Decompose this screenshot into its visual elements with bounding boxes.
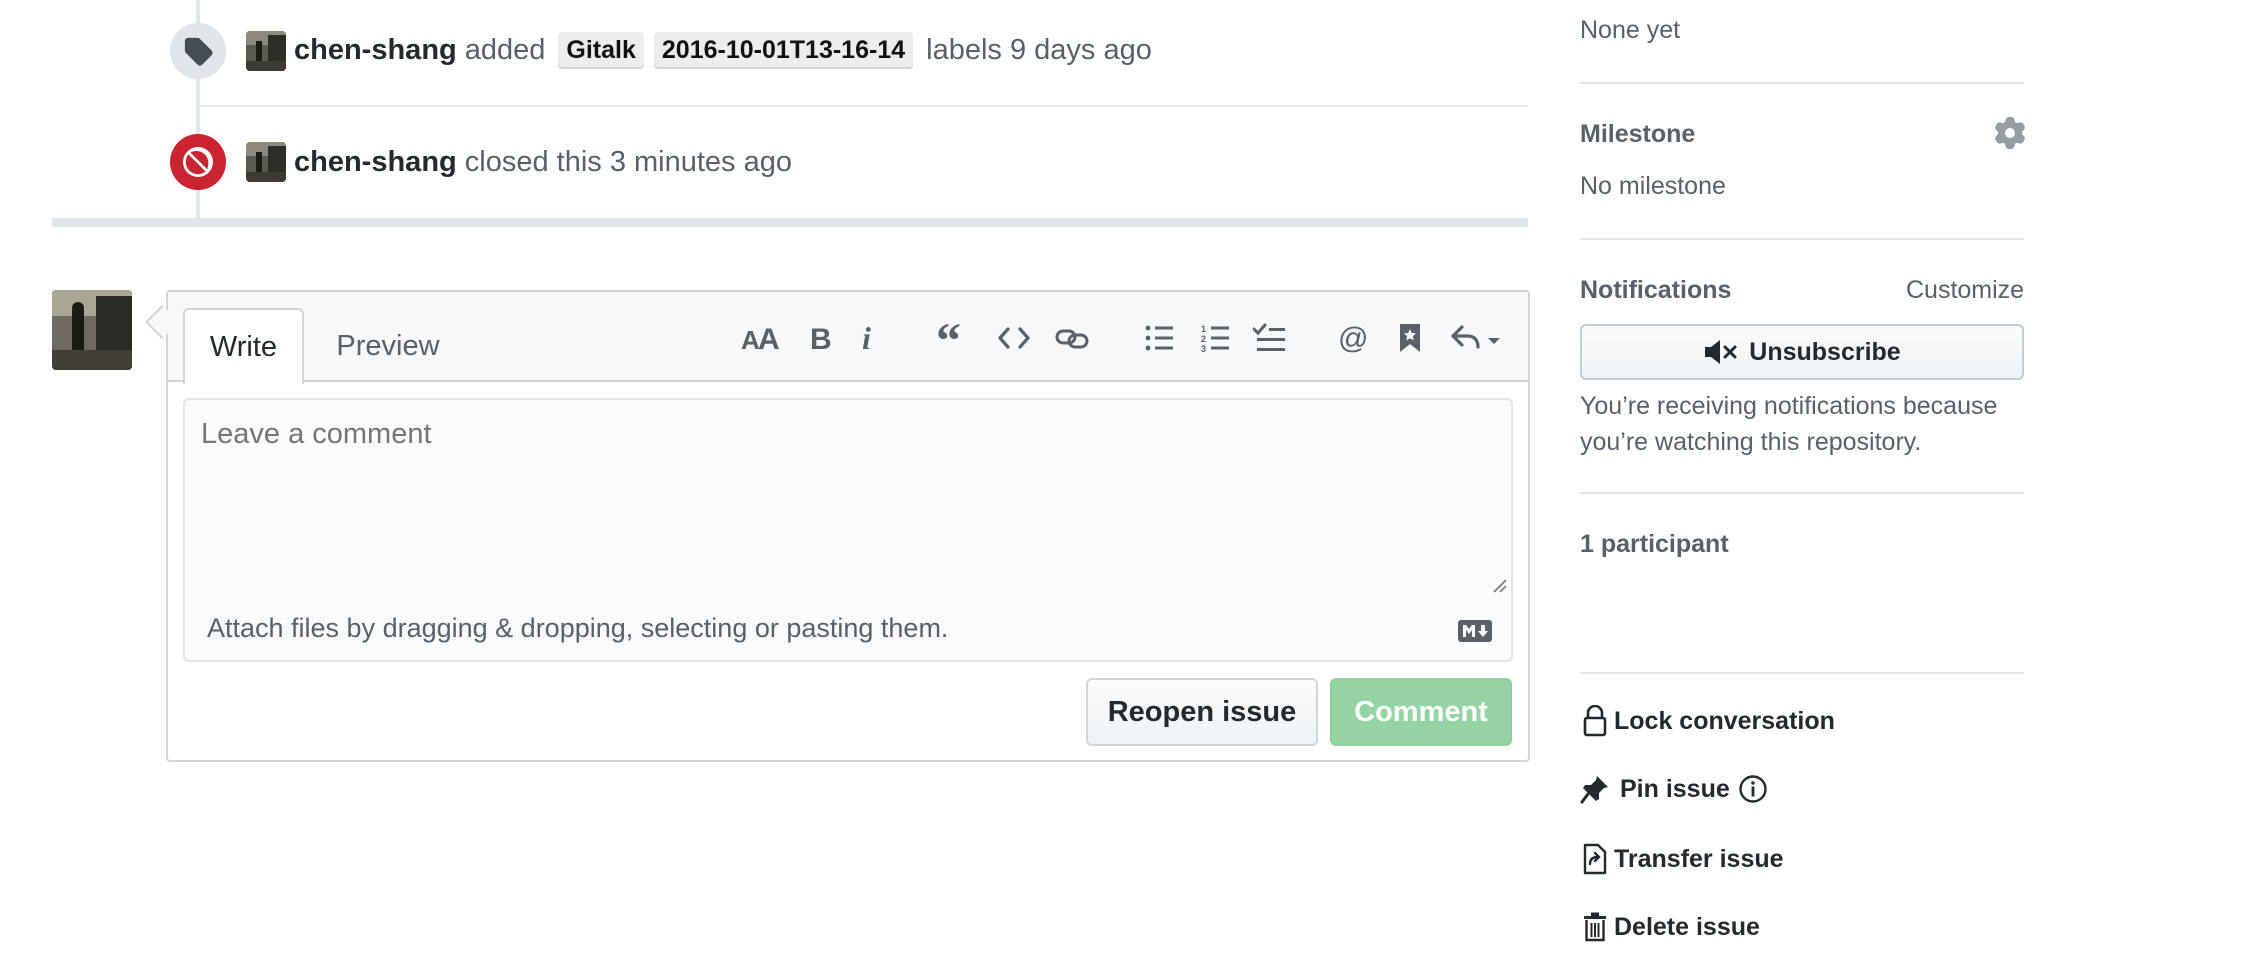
bullet-list-icon[interactable]: [1140, 318, 1180, 358]
delete-issue-label: Delete issue: [1614, 912, 1760, 941]
gear-icon[interactable]: [1994, 117, 2026, 149]
current-user-avatar[interactable]: [52, 290, 132, 370]
event-suffix: labels 9 days ago: [926, 33, 1152, 66]
customize-link[interactable]: Customize: [1906, 276, 2024, 305]
lock-conversation-link[interactable]: Lock conversation: [1580, 704, 1835, 738]
sidebar-divider: [1580, 672, 2024, 674]
lock-icon: [1580, 704, 1610, 738]
milestone-value: No milestone: [1580, 172, 1726, 200]
tab-preview[interactable]: Preview: [318, 308, 458, 384]
closed-event-badge: [170, 134, 226, 190]
link-icon[interactable]: [1052, 318, 1092, 358]
svg-text:@: @: [1338, 322, 1368, 354]
transfer-issue-label: Transfer issue: [1614, 844, 1784, 873]
pin-issue-link[interactable]: Pin issue: [1580, 772, 1768, 806]
participants-heading: 1 participant: [1580, 530, 1729, 558]
event-verb: added: [464, 33, 546, 66]
resize-handle[interactable]: [1490, 576, 1508, 594]
svg-text:1: 1: [1201, 324, 1206, 334]
sidebar-divider: [1580, 492, 2024, 494]
transfer-issue-link[interactable]: Transfer issue: [1580, 842, 1784, 876]
mention-icon[interactable]: @: [1334, 318, 1374, 358]
notifications-heading: Notifications: [1580, 276, 1732, 304]
milestone-heading[interactable]: Milestone: [1580, 120, 1695, 149]
sidebar-divider: [1580, 238, 2024, 240]
reply-icon[interactable]: [1446, 318, 1510, 358]
bold-icon[interactable]: B: [800, 318, 840, 358]
notification-reason-line-1: You’re receiving notifications because: [1580, 392, 1998, 420]
svg-text:“: “: [936, 323, 961, 353]
attach-files-zone[interactable]: Attach files by dragging & dropping, sel…: [183, 596, 1513, 662]
sidebar-divider: [1580, 82, 2024, 84]
reopen-issue-button[interactable]: Reopen issue: [1086, 678, 1318, 746]
timeline-end-divider: [52, 218, 1528, 227]
unsubscribe-label: Unsubscribe: [1749, 337, 1901, 366]
circle-slash-icon: [183, 147, 213, 177]
code-icon[interactable]: [994, 318, 1034, 358]
text-size-icon[interactable]: AA: [740, 318, 780, 358]
lock-conversation-label: Lock conversation: [1614, 706, 1835, 735]
delete-issue-link[interactable]: Delete issue: [1580, 910, 1760, 944]
label-event-text: chen-shang added Gitalk 2016-10-01T13-16…: [294, 28, 1152, 72]
comment-textarea[interactable]: [183, 398, 1513, 598]
event-description: closed this 3 minutes ago: [464, 145, 792, 178]
reference-icon[interactable]: [1390, 318, 1430, 358]
comment-button[interactable]: Comment: [1330, 678, 1512, 746]
task-list-icon[interactable]: [1250, 318, 1290, 358]
labels-value: None yet: [1580, 16, 1681, 44]
attach-files-text: Attach files by dragging & dropping, sel…: [207, 612, 949, 643]
label-chip[interactable]: Gitalk: [558, 31, 644, 69]
svg-text:A: A: [758, 323, 779, 353]
svg-text:2: 2: [1201, 334, 1206, 344]
trash-icon: [1580, 910, 1610, 944]
numbered-list-icon[interactable]: 123: [1196, 318, 1236, 358]
transfer-icon: [1580, 842, 1610, 876]
tag-icon: [183, 36, 213, 66]
italic-icon[interactable]: i: [848, 318, 888, 358]
svg-text:B: B: [810, 323, 832, 353]
svg-text:i: i: [862, 323, 871, 353]
info-icon[interactable]: [1738, 774, 1768, 804]
svg-text:3: 3: [1201, 344, 1206, 353]
quote-icon[interactable]: “: [932, 318, 972, 358]
notification-reason-line-2: you’re watching this repository.: [1580, 428, 1922, 456]
unsubscribe-button[interactable]: Unsubscribe: [1580, 324, 2024, 380]
pin-issue-label: Pin issue: [1620, 774, 1730, 803]
avatar[interactable]: [246, 142, 286, 182]
avatar[interactable]: [246, 31, 286, 71]
tab-write[interactable]: Write: [183, 308, 304, 384]
pin-icon: [1580, 772, 1610, 806]
label-chip[interactable]: 2016-10-01T13-16-14: [653, 31, 914, 69]
label-event-badge: [170, 23, 226, 79]
closed-event-text: chen-shang closed this 3 minutes ago: [294, 140, 792, 184]
actor-link[interactable]: chen-shang: [294, 34, 457, 67]
actor-link[interactable]: chen-shang: [294, 146, 457, 179]
event-divider: [196, 105, 1528, 107]
mute-icon: [1703, 338, 1739, 366]
markdown-icon[interactable]: [1458, 620, 1492, 642]
